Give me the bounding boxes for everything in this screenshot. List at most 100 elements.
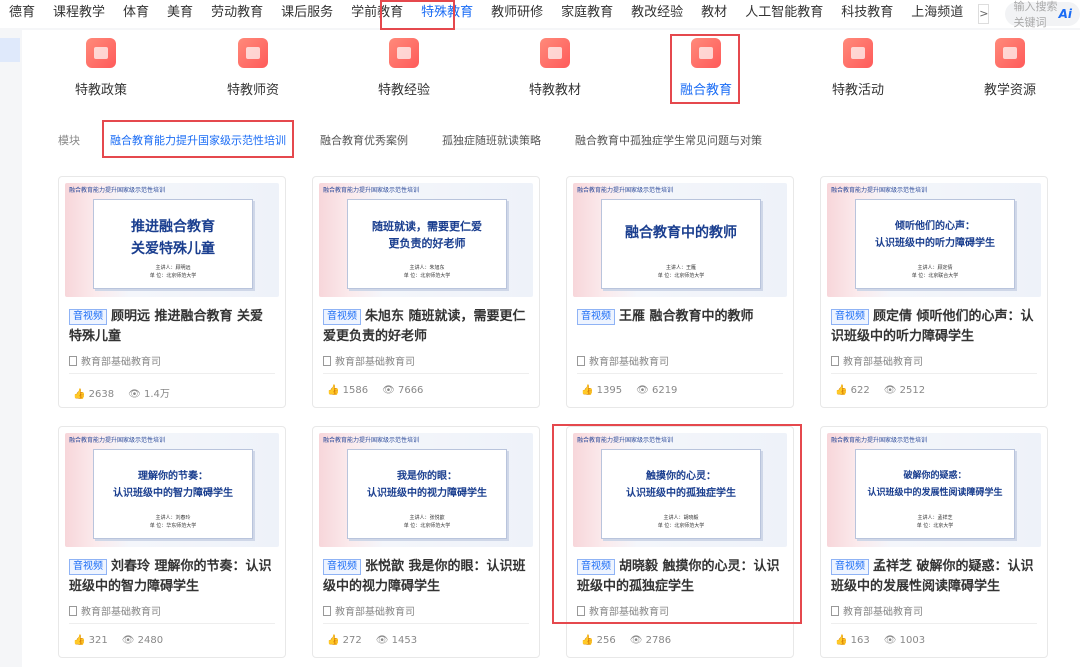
slide: 随班就读，需要更仁爱 更负责的好老师 主讲人：朱旭东 单 位：北京师范大学 <box>347 199 507 289</box>
nav-item-ai-education[interactable]: 人工智能教育 <box>736 0 832 28</box>
tab-excellent-cases[interactable]: 融合教育优秀案例 <box>320 132 408 148</box>
divider <box>323 373 529 374</box>
card-source: 教育部基础教育司 <box>323 603 415 618</box>
category-label: 特教教材 <box>528 83 581 98</box>
slide-meta: 主讲人：王雁 单 位：北京师范大学 <box>657 265 705 279</box>
card-source: 教育部基础教育司 <box>323 353 415 368</box>
video-card[interactable]: 融合教育能力提升国家级示范性培训 我是你的眼： 认识班级中的视力障碍学生 主讲人… <box>312 426 540 658</box>
divider <box>323 623 529 624</box>
like-count: 👍 163 <box>835 635 870 646</box>
card-stats: 👍 622 👁 2512 <box>835 385 939 396</box>
thumb-header: 融合教育能力提升国家级示范性培训 <box>577 187 674 194</box>
video-thumbnail[interactable]: 融合教育能力提升国家级示范性培训 融合教育中的教师 主讲人：王雁 单 位：北京师… <box>573 183 787 297</box>
thumb-header: 融合教育能力提升国家级示范性培训 <box>69 437 166 444</box>
video-card[interactable]: 融合教育能力提升国家级示范性培训 推进融合教育 关爱特殊儿童 主讲人：顾明远 单… <box>58 176 286 408</box>
nav-item-curriculum[interactable]: 课程教学 <box>44 0 114 28</box>
category-textbooks[interactable]: 特教教材 <box>495 38 615 98</box>
source-text: 教育部基础教育司 <box>843 357 923 368</box>
media-badge: 音视频 <box>831 559 869 575</box>
nav-item-pe[interactable]: 体育 <box>114 0 158 28</box>
like-count: 👍 622 <box>835 385 870 396</box>
nav-item-deyu[interactable]: 德育 <box>0 0 44 28</box>
category-experience[interactable]: 特教经验 <box>344 38 464 98</box>
nav-item-reform[interactable]: 教改经验 <box>622 0 692 28</box>
like-count: 👍 1586 <box>327 385 369 396</box>
card-title[interactable]: 音视频 刘春玲 理解你的节奏：认识班级中的智力障碍学生 <box>69 557 275 597</box>
teacher-icon <box>238 38 268 68</box>
view-count: 👁 1.4万 <box>128 389 170 400</box>
document-icon <box>577 356 585 366</box>
video-card[interactable]: 融合教育能力提升国家级示范性培训 倾听他们的心声： 认识班级中的听力障碍学生 主… <box>820 176 1048 408</box>
video-thumbnail[interactable]: 融合教育能力提升国家级示范性培训 破解你的疑惑： 认识班级中的发展性阅读障碍学生… <box>827 433 1041 547</box>
search-input[interactable]: 输入搜索关键词 Ai <box>1005 0 1080 29</box>
category-bar: 特教政策 特教师资 特教经验 特教教材 融合教育 特教活动 教学资源 <box>22 30 1080 110</box>
nav-item-family[interactable]: 家庭教育 <box>552 0 622 28</box>
source-text: 教育部基础教育司 <box>81 357 161 368</box>
divider <box>69 373 275 374</box>
video-thumbnail[interactable]: 融合教育能力提升国家级示范性培训 随班就读，需要更仁爱 更负责的好老师 主讲人：… <box>319 183 533 297</box>
category-label: 特教政策 <box>74 83 127 98</box>
nav-item-afterschool[interactable]: 课后服务 <box>272 0 342 28</box>
slide: 倾听他们的心声： 认识班级中的听力障碍学生 主讲人：顾定倩 单 位：北京联合大学 <box>855 199 1015 289</box>
card-stats: 👍 256 👁 2786 <box>581 635 685 646</box>
slide-title: 我是你的眼： 认识班级中的视力障碍学生 <box>367 471 487 499</box>
view-count: 👁 6219 <box>636 385 678 396</box>
card-title[interactable]: 音视频 朱旭东 随班就读，需要更仁爱更负责的好老师 <box>323 307 529 347</box>
video-thumbnail[interactable]: 融合教育能力提升国家级示范性培训 推进融合教育 关爱特殊儿童 主讲人：顾明远 单… <box>65 183 279 297</box>
tab-autism-strategies[interactable]: 孤独症随班就读策略 <box>442 132 541 148</box>
video-thumbnail[interactable]: 融合教育能力提升国家级示范性培训 我是你的眼： 认识班级中的视力障碍学生 主讲人… <box>319 433 533 547</box>
source-text: 教育部基础教育司 <box>589 357 669 368</box>
video-card[interactable]: 融合教育能力提升国家级示范性培训 随班就读，需要更仁爱 更负责的好老师 主讲人：… <box>312 176 540 408</box>
video-thumbnail[interactable]: 融合教育能力提升国家级示范性培训 倾听他们的心声： 认识班级中的听力障碍学生 主… <box>827 183 1041 297</box>
card-title-text: 王雁 融合教育中的教师 <box>619 309 754 324</box>
slide-title: 理解你的节奏： 认识班级中的智力障碍学生 <box>113 471 233 499</box>
card-stats: 👍 272 👁 1453 <box>327 635 431 646</box>
tab-autism-faq[interactable]: 融合教育中孤独症学生常见问题与对策 <box>575 132 762 148</box>
slide: 理解你的节奏： 认识班级中的智力障碍学生 主讲人：刘春玲 单 位：华东师范大学 <box>93 449 253 539</box>
nav-more-button[interactable]: > <box>978 4 990 24</box>
divider <box>831 373 1037 374</box>
view-count: 👁 7666 <box>382 385 424 396</box>
slide-meta: 主讲人：孟祥芝 单 位：北京大学 <box>916 515 954 529</box>
slide-title: 推进融合教育 关爱特殊儿童 <box>131 219 215 257</box>
left-side-tab[interactable] <box>0 38 20 62</box>
highlight-tab-national-training <box>102 120 294 158</box>
card-source: 教育部基础教育司 <box>831 353 923 368</box>
video-card[interactable]: 融合教育能力提升国家级示范性培训 理解你的节奏： 认识班级中的智力障碍学生 主讲… <box>58 426 286 658</box>
video-card[interactable]: 融合教育能力提升国家级示范性培训 融合教育中的教师 主讲人：王雁 单 位：北京师… <box>566 176 794 408</box>
nav-item-sci-tech[interactable]: 科技教育 <box>832 0 902 28</box>
category-policy[interactable]: 特教政策 <box>41 38 161 98</box>
highlight-nav-special-ed <box>380 0 455 30</box>
card-title[interactable]: 音视频 孟祥芝 破解你的疑惑：认识班级中的发展性阅读障碍学生 <box>831 557 1037 597</box>
video-thumbnail[interactable]: 融合教育能力提升国家级示范性培训 理解你的节奏： 认识班级中的智力障碍学生 主讲… <box>65 433 279 547</box>
nav-item-shanghai[interactable]: 上海频道 <box>902 0 972 28</box>
nav-item-teacher-training[interactable]: 教师研修 <box>482 0 552 28</box>
card-title[interactable]: 音视频 王雁 融合教育中的教师 <box>577 307 783 327</box>
slide-meta: 主讲人：顾定倩 单 位：北京联合大学 <box>911 265 959 279</box>
divider <box>577 373 783 374</box>
card-stats: 👍 1586 👁 7666 <box>327 385 437 396</box>
category-resources[interactable]: 教学资源 <box>950 38 1070 98</box>
thumb-header: 融合教育能力提升国家级示范性培训 <box>831 187 928 194</box>
card-title[interactable]: 音视频 顾明远 推进融合教育 关爱特殊儿童 <box>69 307 275 347</box>
nav-item-textbooks[interactable]: 教材 <box>692 0 736 28</box>
card-stats: 👍 1395 👁 6219 <box>581 385 691 396</box>
category-activities[interactable]: 特教活动 <box>798 38 918 98</box>
view-count: 👁 2786 <box>629 635 672 646</box>
like-count: 👍 321 <box>73 635 108 646</box>
ai-icon[interactable]: Ai <box>1059 7 1072 21</box>
category-teachers[interactable]: 特教师资 <box>193 38 313 98</box>
nav-item-labor[interactable]: 劳动教育 <box>202 0 272 28</box>
card-source: 教育部基础教育司 <box>831 603 923 618</box>
slide-title: 倾听他们的心声： 认识班级中的听力障碍学生 <box>875 221 995 249</box>
view-count: 👁 1453 <box>375 635 418 646</box>
card-title[interactable]: 音视频 张悦歆 我是你的眼：认识班级中的视力障碍学生 <box>323 557 529 597</box>
card-title[interactable]: 音视频 顾定倩 倾听他们的心声：认识班级中的听力障碍学生 <box>831 307 1037 347</box>
like-count: 👍 272 <box>327 635 362 646</box>
nav-item-arts[interactable]: 美育 <box>158 0 202 28</box>
view-count: 👁 2512 <box>883 385 926 396</box>
thumb-header: 融合教育能力提升国家级示范性培训 <box>69 187 166 194</box>
category-label: 特教活动 <box>831 83 884 98</box>
slide-title: 随班就读，需要更仁爱 更负责的好老师 <box>372 220 482 250</box>
video-card[interactable]: 融合教育能力提升国家级示范性培训 破解你的疑惑： 认识班级中的发展性阅读障碍学生… <box>820 426 1048 658</box>
